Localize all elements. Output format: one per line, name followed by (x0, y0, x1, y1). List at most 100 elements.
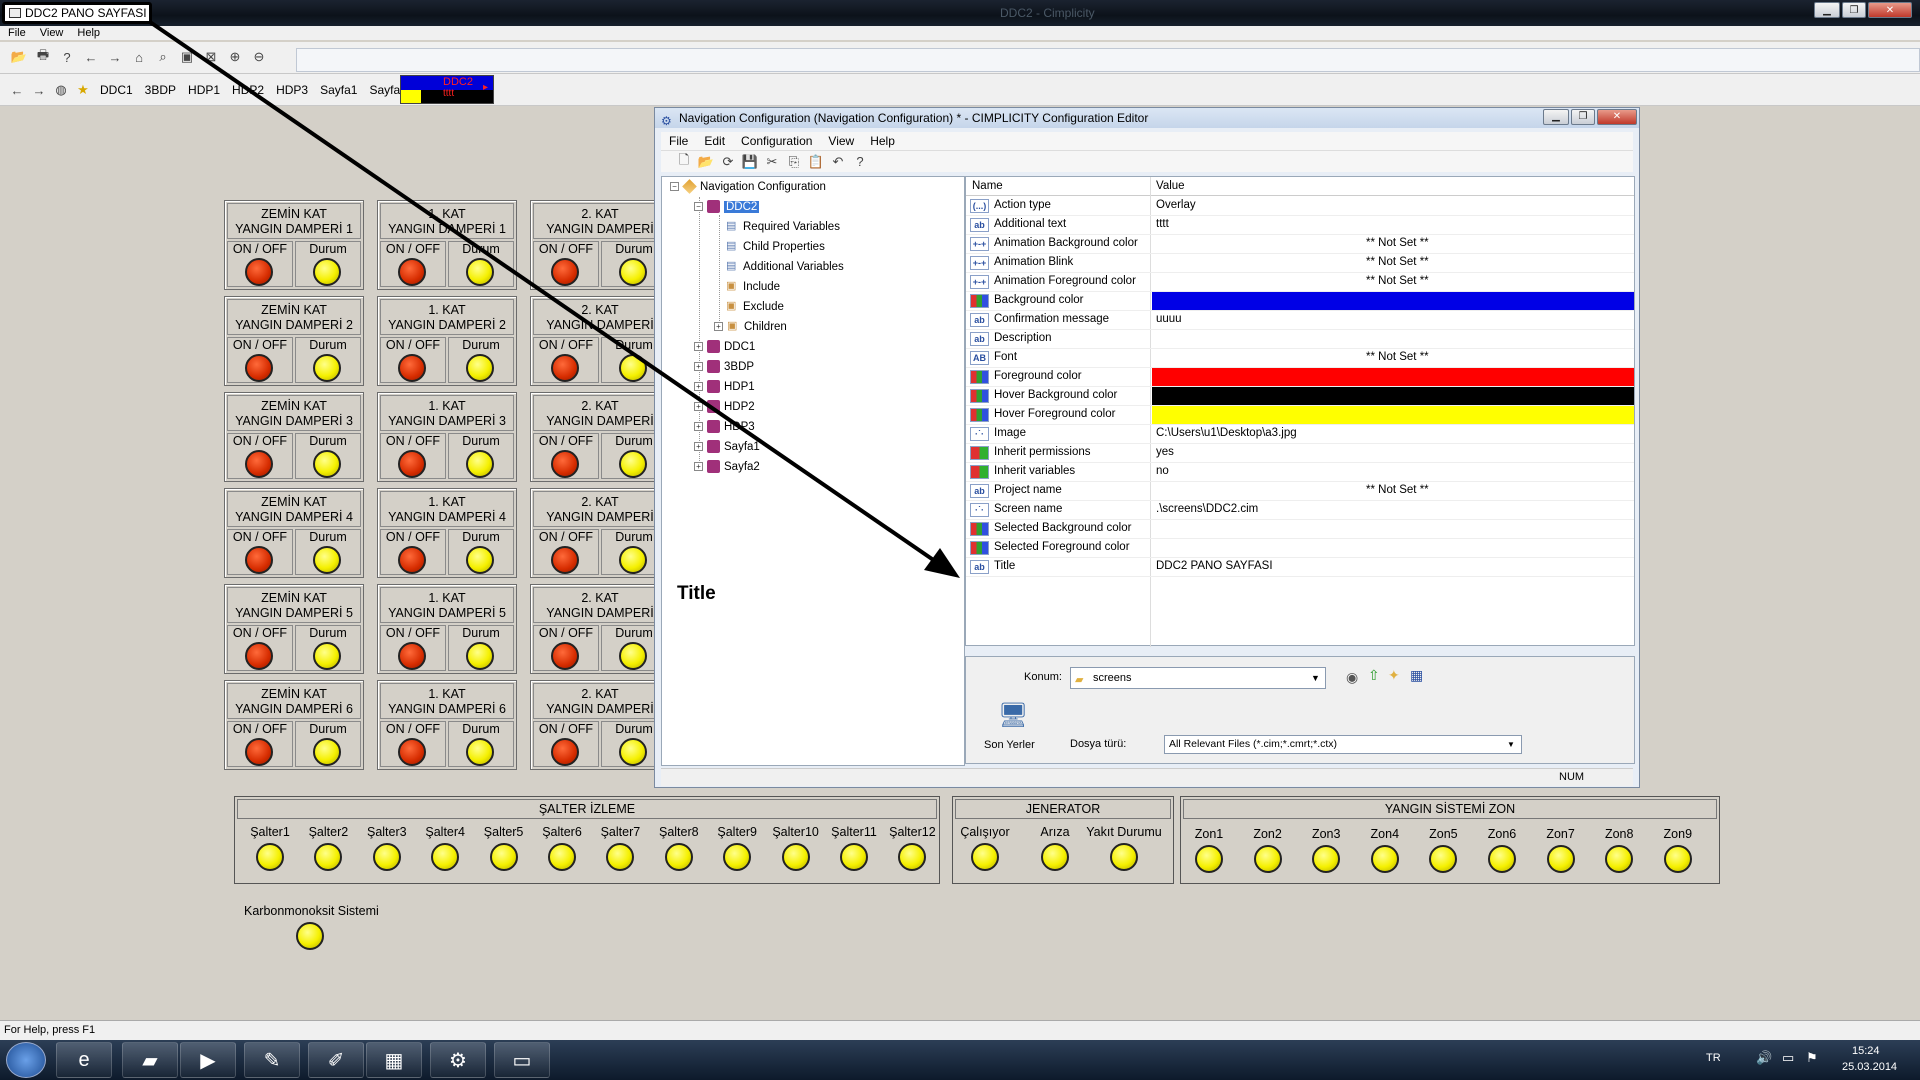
on-off-lamp[interactable] (245, 546, 273, 574)
yangin-lamp[interactable] (1253, 845, 1282, 873)
open-icon[interactable]: 📂 (697, 153, 715, 171)
color-swatch[interactable] (1152, 368, 1634, 386)
nav-link-hdp3[interactable]: HDP3 (272, 83, 312, 97)
tree-child-item[interactable]: ▤ Required Variables (726, 220, 840, 233)
durum-lamp[interactable] (619, 450, 647, 478)
editor-menu-view[interactable]: View (828, 132, 854, 150)
address-field[interactable] (296, 48, 1920, 72)
editor-close-button[interactable]: ✕ (1597, 109, 1637, 125)
on-off-lamp[interactable] (398, 450, 426, 478)
jenerator-lamp[interactable] (971, 843, 999, 871)
up-folder-icon[interactable]: ⇧ (1368, 667, 1380, 684)
property-row[interactable]: ab Additional text tttt (966, 216, 1634, 235)
durum-lamp[interactable] (313, 450, 341, 478)
durum-lamp[interactable] (313, 354, 341, 382)
copy-icon[interactable]: ⎘ (785, 153, 803, 171)
tools-icon[interactable]: ✎ (244, 1042, 300, 1078)
on-off-lamp[interactable] (398, 546, 426, 574)
salter-lamp[interactable] (431, 843, 460, 871)
tree-child-item[interactable]: ▣ Exclude (726, 300, 784, 313)
undo-icon[interactable]: ↶ (829, 153, 847, 171)
on-off-lamp[interactable] (398, 354, 426, 382)
durum-lamp[interactable] (313, 738, 341, 766)
language-indicator[interactable]: TR (1706, 1052, 1721, 1064)
expand-icon[interactable]: + (694, 402, 703, 411)
salter-lamp[interactable] (898, 843, 927, 871)
editor-menu-help[interactable]: Help (870, 132, 895, 150)
nav-link-ddc1[interactable]: DDC1 (96, 83, 137, 97)
globe-icon[interactable]: ◍ (52, 81, 70, 99)
tree-item-screen[interactable]: + Sayfa2 (694, 460, 760, 473)
tree-root[interactable]: − Navigation Configuration (670, 179, 826, 194)
network-tray-icon[interactable]: ▭ (1782, 1050, 1794, 1066)
nav-button-ddc2[interactable]: DDC2 tttt ▸ (400, 75, 494, 104)
on-off-lamp[interactable] (551, 450, 579, 478)
salter-lamp[interactable] (840, 843, 868, 871)
salter-lamp[interactable] (723, 843, 752, 871)
save-icon[interactable]: 💾 (741, 153, 759, 171)
color-swatch[interactable] (1152, 406, 1634, 424)
nav-link-3bdp[interactable]: 3BDP (141, 83, 180, 97)
menu-file[interactable]: File (8, 26, 26, 40)
durum-lamp[interactable] (466, 450, 494, 478)
clock-date[interactable]: 25.03.2014 (1842, 1061, 1897, 1073)
property-row[interactable]: Selected Foreground color (966, 539, 1634, 558)
property-row[interactable]: ab Project name ** Not Set ** (966, 482, 1634, 501)
property-row[interactable]: (...) Action type Overlay (966, 197, 1634, 216)
menu-help[interactable]: Help (77, 26, 100, 40)
volume-icon[interactable]: 🔊 (1756, 1050, 1772, 1066)
salter-lamp[interactable] (372, 843, 401, 871)
window-task-icon[interactable]: ▭ (494, 1042, 550, 1078)
salter-lamp[interactable] (256, 843, 284, 871)
property-row[interactable]: ·˙· Screen name .\screens\DDC2.cim (966, 501, 1634, 520)
on-off-lamp[interactable] (398, 642, 426, 670)
ie-icon[interactable]: e (56, 1042, 112, 1078)
karbon-lamp[interactable] (296, 922, 324, 950)
on-off-lamp[interactable] (398, 738, 426, 766)
nav-link-hdp2[interactable]: HDP2 (228, 83, 268, 97)
on-off-lamp[interactable] (551, 354, 579, 382)
zoom-out-icon[interactable]: ⊖ (250, 48, 268, 66)
jenerator-lamp[interactable] (1041, 843, 1069, 871)
property-row[interactable]: +-+ Animation Foreground color ** Not Set … (966, 273, 1634, 292)
property-row[interactable]: ab Description (966, 330, 1634, 349)
paste-icon[interactable]: 📋 (807, 153, 825, 171)
on-off-lamp[interactable] (398, 258, 426, 286)
expand-icon[interactable]: + (694, 382, 703, 391)
open-folder-icon[interactable]: 📂 (10, 48, 28, 66)
forward-arrow-icon[interactable]: → (106, 48, 124, 66)
back-arrow-icon[interactable]: ← (82, 48, 100, 66)
view-menu-icon[interactable]: ▦ (1410, 667, 1423, 684)
on-off-lamp[interactable] (551, 642, 579, 670)
tree-item-screen[interactable]: + HDP1 (694, 380, 755, 393)
collapse-icon[interactable]: − (670, 182, 679, 191)
property-row[interactable]: Inherit permissions yes (966, 444, 1634, 463)
yangin-lamp[interactable] (1663, 845, 1692, 873)
nav-link-sayfa1[interactable]: Sayfa1 (316, 83, 361, 97)
durum-lamp[interactable] (619, 546, 647, 574)
on-off-lamp[interactable] (245, 258, 273, 286)
editor-menu-edit[interactable]: Edit (704, 132, 725, 150)
durum-lamp[interactable] (619, 258, 647, 286)
expand-icon[interactable]: + (694, 462, 703, 471)
print-icon[interactable]: 🖶 (34, 47, 52, 66)
durum-lamp[interactable] (313, 546, 341, 574)
expand-icon[interactable]: + (694, 342, 703, 351)
property-row[interactable]: Selected Background color (966, 520, 1634, 539)
minimize-button[interactable]: ▁ (1814, 2, 1840, 18)
color-swatch[interactable] (1152, 292, 1634, 310)
expand-icon[interactable]: + (714, 322, 723, 331)
editor-minimize-button[interactable]: ▁ (1543, 109, 1569, 125)
zoom-stop-icon[interactable]: ⊠ (202, 48, 220, 66)
close-button[interactable]: ✕ (1868, 2, 1912, 18)
cut-icon[interactable]: ✂ (763, 153, 781, 171)
flag-icon[interactable]: ⚑ (1806, 1050, 1818, 1066)
durum-lamp[interactable] (313, 258, 341, 286)
property-row[interactable]: +-+ Animation Background color ** Not Set … (966, 235, 1634, 254)
zoom-area-icon[interactable]: ▣ (178, 48, 196, 66)
durum-lamp[interactable] (619, 642, 647, 670)
jenerator-lamp[interactable] (1110, 843, 1138, 871)
clock-time[interactable]: 15:24 (1852, 1045, 1880, 1057)
editor-menu-file[interactable]: File (669, 132, 688, 150)
durum-lamp[interactable] (466, 354, 494, 382)
